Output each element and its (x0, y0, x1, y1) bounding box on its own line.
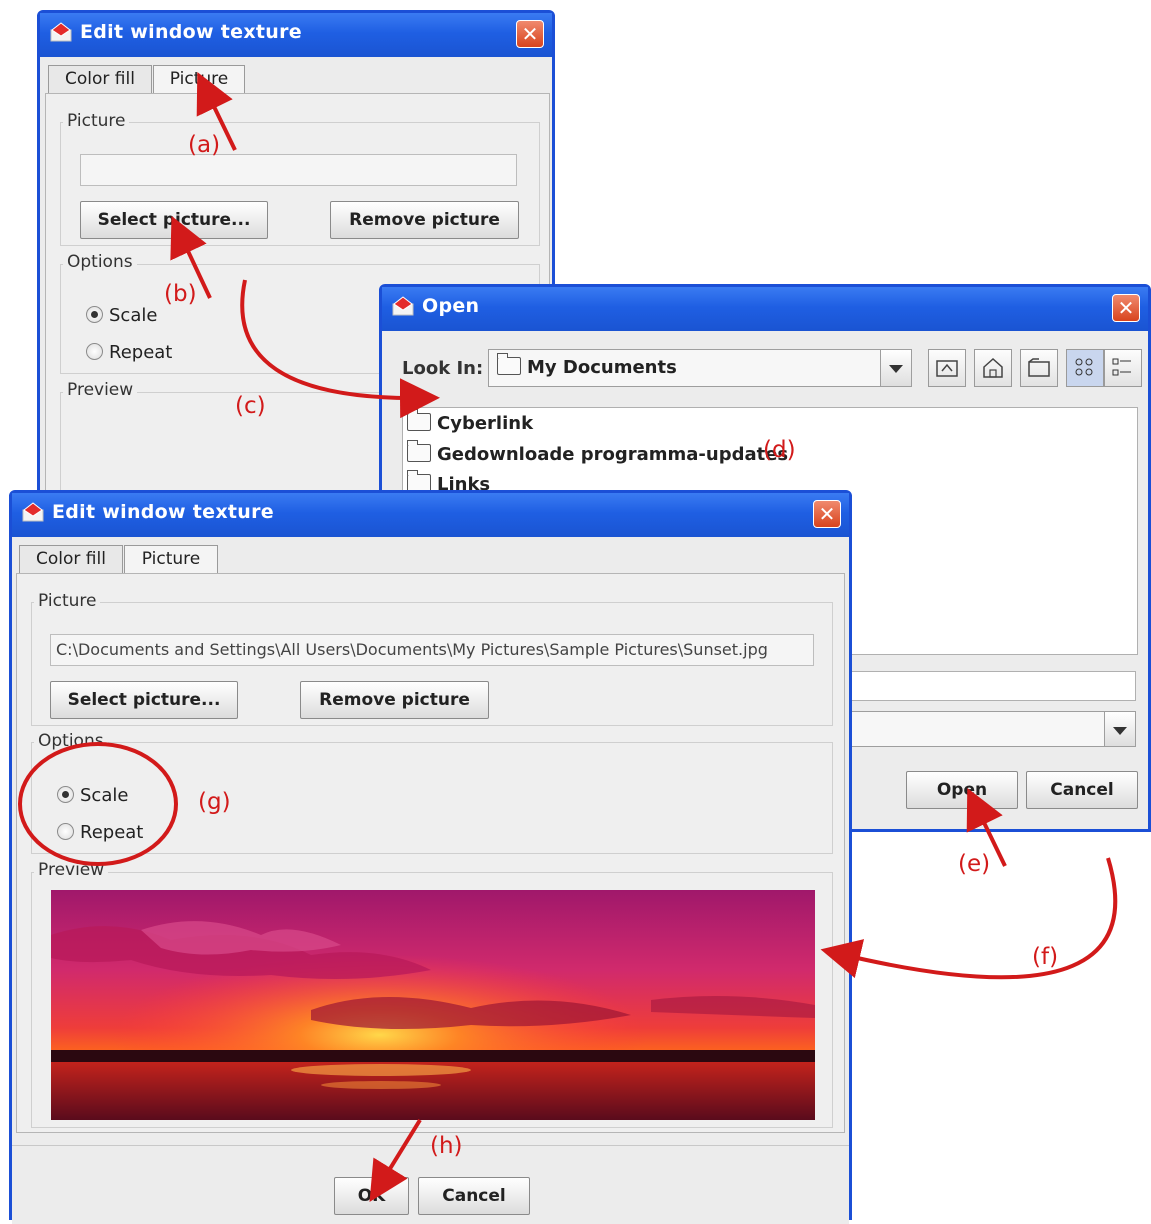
annotation-d: (d) (763, 437, 796, 463)
list-item[interactable]: Cyberlink (407, 409, 534, 437)
annotation-f: (f) (1032, 944, 1059, 970)
picture-path-field[interactable] (80, 154, 517, 186)
ok-button[interactable]: OK (334, 1177, 409, 1215)
repeat-label: Repeat (109, 342, 173, 363)
close-icon: ✕ (818, 502, 836, 526)
window-title: Edit window texture (80, 21, 302, 43)
new-folder-button[interactable] (1020, 349, 1058, 387)
preview-group-label: Preview (63, 380, 138, 400)
options-group-label: Options (63, 252, 137, 272)
picture-group-label: Picture (63, 111, 130, 131)
cancel-button[interactable]: Cancel (1026, 771, 1138, 809)
tab-color-fill[interactable]: Color fill (19, 545, 123, 573)
radio-selected-icon (86, 306, 103, 323)
cancel-button[interactable]: Cancel (418, 1177, 530, 1215)
app-icon (50, 22, 72, 42)
annotation-e: (e) (958, 851, 991, 877)
title-bar[interactable]: Edit window texture ✕ (12, 493, 849, 537)
options-group-label: Options (34, 731, 108, 751)
close-button[interactable]: ✕ (813, 500, 841, 528)
repeat-label: Repeat (80, 822, 144, 843)
annotation-h: (h) (430, 1133, 463, 1159)
look-in-label: Look In: (402, 358, 484, 379)
preview-group-label: Preview (34, 860, 109, 880)
folder-icon (407, 440, 431, 462)
home-button[interactable] (974, 349, 1012, 387)
select-picture-button[interactable]: Select picture... (80, 201, 268, 239)
scale-label: Scale (80, 785, 129, 806)
picture-path-field[interactable]: C:\Documents and Settings\All Users\Docu… (50, 634, 814, 666)
repeat-radio[interactable]: Repeat (57, 821, 143, 845)
scale-radio[interactable]: Scale (86, 304, 157, 328)
details-view-icon (1112, 358, 1131, 376)
remove-picture-button[interactable]: Remove picture (300, 681, 489, 719)
list-view-button[interactable] (1066, 349, 1104, 387)
select-picture-button[interactable]: Select picture... (50, 681, 238, 719)
open-button[interactable]: Open (906, 771, 1018, 809)
scale-radio[interactable]: Scale (57, 784, 128, 808)
picture-group-label: Picture (34, 591, 101, 611)
edit-window-texture-dialog-front: Edit window texture ✕ Color fill Picture… (9, 490, 852, 1224)
look-in-combo[interactable]: My Documents (488, 349, 912, 387)
up-folder-icon (936, 360, 958, 377)
sunset-preview-image (51, 890, 815, 1120)
details-view-button[interactable] (1104, 349, 1142, 387)
list-view-icon (1075, 358, 1093, 376)
options-group (31, 742, 833, 854)
look-in-value: My Documents (527, 357, 677, 378)
tab-picture[interactable]: Picture (124, 545, 218, 573)
chevron-down-icon[interactable] (1104, 712, 1135, 746)
chevron-down-icon[interactable] (880, 350, 911, 386)
tab-picture[interactable]: Picture (153, 65, 245, 93)
repeat-radio[interactable]: Repeat (86, 341, 172, 365)
annotation-b: (b) (164, 281, 197, 307)
close-icon: ✕ (1117, 296, 1135, 320)
scale-label: Scale (109, 305, 158, 326)
annotation-c: (c) (235, 393, 266, 419)
window-title: Edit window texture (52, 501, 274, 523)
annotation-a: (a) (188, 132, 221, 158)
annotation-g: (g) (198, 789, 231, 815)
title-bar[interactable]: Open ✕ (382, 287, 1148, 331)
close-button[interactable]: ✕ (1112, 294, 1140, 322)
window-title: Open (422, 295, 480, 317)
app-icon (22, 502, 44, 522)
folder-icon (407, 409, 431, 431)
file-name: Gedownloade programma-updates (437, 444, 789, 465)
folder-icon (497, 353, 521, 375)
close-icon: ✕ (521, 22, 539, 46)
radio-empty-icon (86, 343, 103, 360)
close-button[interactable]: ✕ (516, 20, 544, 48)
up-folder-button[interactable] (928, 349, 966, 387)
title-bar[interactable]: Edit window texture ✕ (40, 13, 552, 57)
app-icon (392, 296, 414, 316)
tab-panel: Picture C:\Documents and Settings\All Us… (16, 573, 845, 1133)
dialog-body: Color fill Picture Picture C:\Documents … (12, 537, 849, 1224)
remove-picture-button[interactable]: Remove picture (330, 201, 519, 239)
file-name: Cyberlink (437, 413, 534, 434)
new-folder-icon (1028, 358, 1050, 377)
radio-empty-icon (57, 823, 74, 840)
list-item[interactable]: Gedownloade programma-updates (407, 440, 789, 468)
tab-color-fill[interactable]: Color fill (48, 65, 152, 93)
radio-selected-icon (57, 786, 74, 803)
home-icon (983, 357, 1003, 378)
